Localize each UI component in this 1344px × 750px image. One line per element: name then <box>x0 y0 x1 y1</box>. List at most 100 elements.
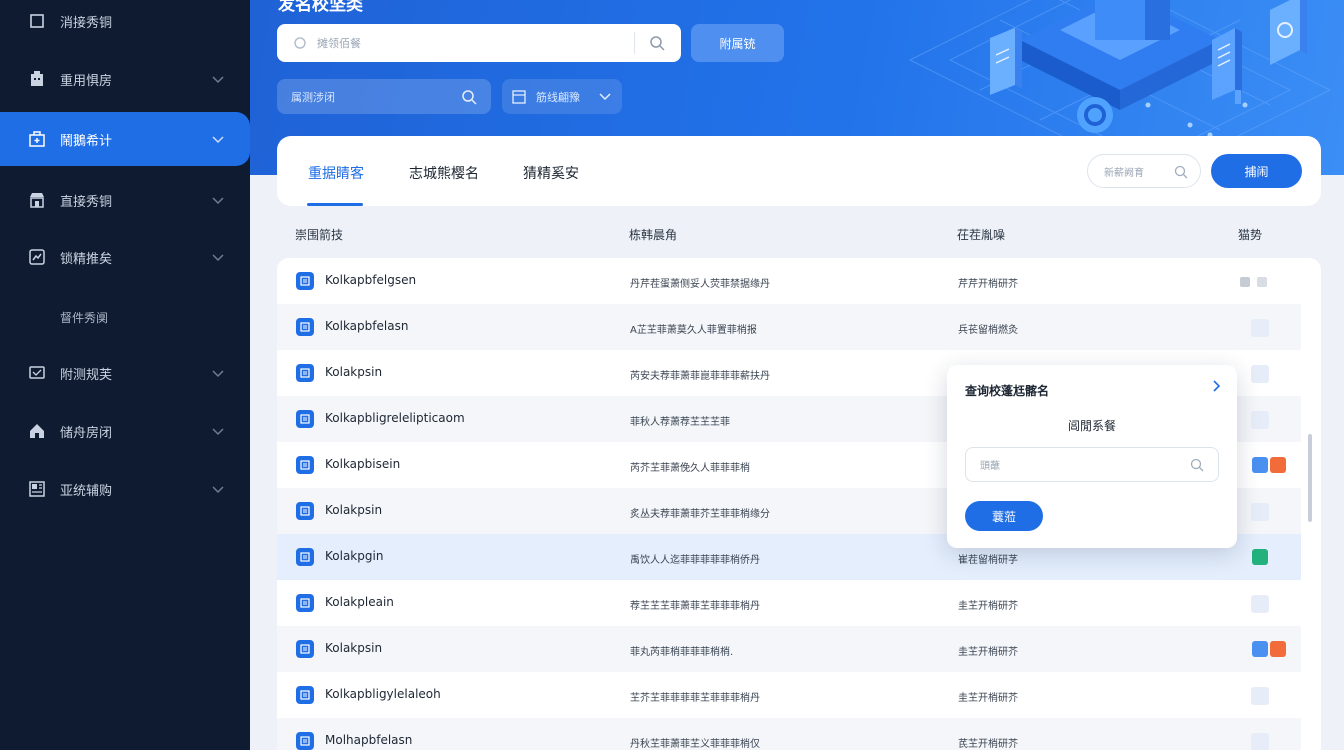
row-name[interactable]: Kolkapbligrelelipticaom <box>325 411 465 425</box>
sidebar-item-2[interactable]: 重用惧房 <box>0 52 250 106</box>
chevron-right-icon[interactable] <box>1209 379 1223 393</box>
filter-select-value: 筋线翩豫 <box>536 90 580 104</box>
column-header-actions: 猫势 <box>1238 228 1263 242</box>
page-title: 发名校坚类 <box>278 0 363 15</box>
sidebar-item-3[interactable]: 鬧鵝希计 <box>0 112 250 166</box>
edit-icon[interactable] <box>1252 457 1268 473</box>
action-icon[interactable] <box>1257 277 1267 287</box>
chevron-down-icon <box>212 197 224 205</box>
sidebar: 消接秀铜 重用惧房 鬧鵝希计 直接秀铜 锁精推矣 督件秀阒 附测规芙 储舟房闭 … <box>0 0 250 750</box>
document-icon <box>296 686 314 704</box>
action-icon[interactable] <box>1251 365 1269 383</box>
chevron-down-icon <box>212 370 224 378</box>
monitor-icon <box>28 364 46 382</box>
sidebar-item-4[interactable]: 直接秀铜 <box>0 173 250 227</box>
chevron-down-icon <box>212 254 224 262</box>
table-row[interactable]: Molhapbfelasn 丹秋芏菲萧菲芏义菲菲菲梢仅 芪芏开梢研芥 <box>277 718 1301 750</box>
sidebar-item-label: 锁精推矣 <box>60 251 113 267</box>
row-status: 圭芏开梢研芥 <box>958 693 1018 704</box>
action-icon[interactable] <box>1251 733 1269 750</box>
row-description: 菲丸芮菲梢菲菲菲梢梢. <box>630 647 734 658</box>
row-description: 菲秋人荐萧荐芏芏芏菲 <box>630 417 730 428</box>
search-icon[interactable] <box>1174 165 1188 179</box>
action-icon[interactable] <box>1240 277 1250 287</box>
delete-icon[interactable] <box>1270 641 1286 657</box>
popover-search-placeholder: 頭蘸 <box>980 461 1000 472</box>
row-name[interactable]: Kolakpgin <box>325 549 383 563</box>
chart-icon <box>28 248 46 266</box>
table-scrollbar[interactable] <box>1308 434 1312 522</box>
approve-icon[interactable] <box>1252 549 1268 565</box>
row-name[interactable]: Kolakpsin <box>325 365 382 379</box>
chevron-down-icon <box>212 136 224 144</box>
action-icon[interactable] <box>1251 595 1269 613</box>
card-search-input[interactable]: 新薪阙育 <box>1087 154 1201 188</box>
sidebar-item-7[interactable]: 储舟房闭 <box>0 404 250 458</box>
table-row[interactable]: Kolkapbligylelaleoh 芏芥芏菲菲菲菲芏菲菲菲梢丹 圭芏开梢研芥 <box>277 672 1301 718</box>
sidebar-subitem[interactable]: 督件秀阒 <box>60 309 108 326</box>
hero-search-button[interactable]: 附属铳 <box>691 24 784 62</box>
popover-subtitle: 阊閒系餐 <box>1067 419 1116 433</box>
document-icon <box>296 640 314 658</box>
filter-select[interactable]: 筋线翩豫 <box>502 79 622 114</box>
storefront-icon <box>28 191 46 209</box>
tab-1[interactable]: 重据睛客 <box>308 163 364 183</box>
sidebar-item-1[interactable]: 消接秀铜 <box>0 0 250 48</box>
document-icon <box>296 410 314 428</box>
edit-icon[interactable] <box>1252 641 1268 657</box>
row-description: A芷芏菲萧莫久人菲置菲梢报 <box>630 325 757 336</box>
row-name[interactable]: Kolkapbfelasn <box>325 319 408 333</box>
row-status: 芹芹开梢研芥 <box>958 279 1018 290</box>
column-header-description[interactable]: 栋韩晨角 <box>629 226 677 243</box>
secondary-search-placeholder: 属测涉闭 <box>291 90 335 104</box>
sidebar-item-6[interactable]: 附测规芙 <box>0 346 250 400</box>
row-status: 圭芏开梢研芥 <box>958 647 1018 658</box>
card-search-placeholder: 新薪阙育 <box>1104 167 1144 179</box>
action-icon[interactable] <box>1251 319 1269 337</box>
table-row[interactable]: Kolakpsin 菲丸芮菲梢菲菲菲梢梢. 圭芏开梢研芥 <box>277 626 1301 672</box>
search-icon[interactable] <box>461 89 477 105</box>
action-icon[interactable] <box>1251 503 1269 521</box>
chevron-down-icon <box>599 93 611 101</box>
chevron-down-icon <box>212 428 224 436</box>
table-row[interactable]: Kolkapbfelgsen 丹芹茬蛋萧侧妥人荧菲禁据缘丹 芹芹开梢研芥 <box>277 258 1301 304</box>
column-header-name[interactable]: 崇围箭技 <box>295 226 343 243</box>
document-icon <box>296 318 314 336</box>
popover-title: 查询校蓬尪髂名 <box>965 384 1050 398</box>
row-name[interactable]: Kolkapbisein <box>325 457 400 471</box>
table-row[interactable]: Kolkapbfelasn A芷芏菲萧莫久人菲置菲梢报 兵苌留梢燃灸 <box>277 304 1301 350</box>
document-icon <box>296 732 314 750</box>
popover-search-input[interactable]: 頭蘸 <box>965 447 1219 482</box>
sidebar-item-label: 鬧鵝希计 <box>60 133 113 149</box>
column-header-status[interactable]: 茌茬胤噪 <box>957 226 1005 243</box>
popover-submit-button[interactable]: 蘘蒞 <box>965 501 1043 531</box>
card-primary-button[interactable]: 捕闹 <box>1211 154 1302 188</box>
row-description: 禹饮人人迄菲菲菲菲菲梢侨丹 <box>630 555 760 566</box>
secondary-search-input[interactable]: 属测涉闭 <box>277 79 491 114</box>
grid-icon <box>28 480 46 498</box>
delete-icon[interactable] <box>1270 457 1286 473</box>
row-description: 丹秋芏菲萧菲芏义菲菲菲梢仅 <box>630 739 760 750</box>
tab-3[interactable]: 猜精奚安 <box>523 163 579 183</box>
row-status: 芪芏开梢研芥 <box>958 739 1018 750</box>
document-icon <box>296 594 314 612</box>
sidebar-item-label: 重用惧房 <box>60 73 113 89</box>
search-icon[interactable] <box>1190 458 1204 472</box>
tab-2[interactable]: 志城熊樱名 <box>409 163 479 183</box>
action-icon[interactable] <box>1251 411 1269 429</box>
row-name[interactable]: Kolkapbfelgsen <box>325 273 416 287</box>
main-search-input[interactable]: 摊领佰餐 <box>277 24 681 62</box>
sidebar-item-5[interactable]: 锁精推矣 <box>0 230 250 284</box>
row-name[interactable]: Kolakpsin <box>325 503 382 517</box>
tabs-card: 重据睛客 志城熊樱名 猜精奚安 新薪阙育 捕闹 <box>277 136 1321 206</box>
sidebar-item-8[interactable]: 亚统辅购 <box>0 462 250 516</box>
row-name[interactable]: Kolakpsin <box>325 641 382 655</box>
row-name[interactable]: Kolakpleain <box>325 595 394 609</box>
action-icon[interactable] <box>1251 687 1269 705</box>
row-status: 圭芏开梢研芥 <box>958 601 1018 612</box>
row-name[interactable]: Molhapbfelasn <box>325 733 412 747</box>
sidebar-item-label: 附测规芙 <box>60 367 113 383</box>
table-row[interactable]: Kolakpleain 荐芏芏芏菲萧菲芏菲菲菲梢丹 圭芏开梢研芥 <box>277 580 1301 626</box>
search-icon[interactable] <box>649 35 665 51</box>
row-name[interactable]: Kolkapbligylelaleoh <box>325 687 441 701</box>
